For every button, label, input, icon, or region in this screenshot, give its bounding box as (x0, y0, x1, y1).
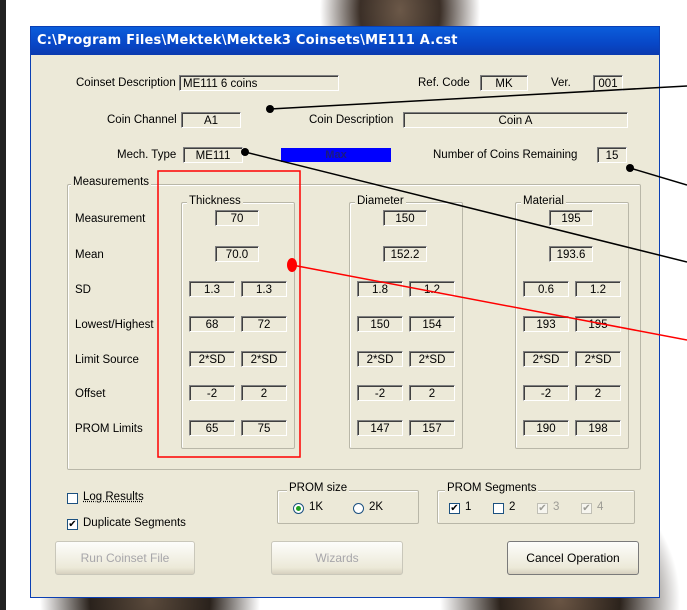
annotation-line-mech-type (244, 151, 687, 263)
annotation-line-coin-channel (269, 85, 687, 110)
annotation-dot-coin-channel (266, 105, 274, 113)
annotation-dot-coins-remaining (626, 164, 634, 172)
annotation-dot-thickness (287, 258, 297, 272)
annotation-line-coins-remaining (629, 167, 687, 186)
annotation-line-thickness (291, 264, 687, 341)
annotation-overlay (157, 85, 687, 458)
annotation-dot-mech-type (241, 148, 249, 156)
thickness-highlight-box (157, 170, 301, 458)
